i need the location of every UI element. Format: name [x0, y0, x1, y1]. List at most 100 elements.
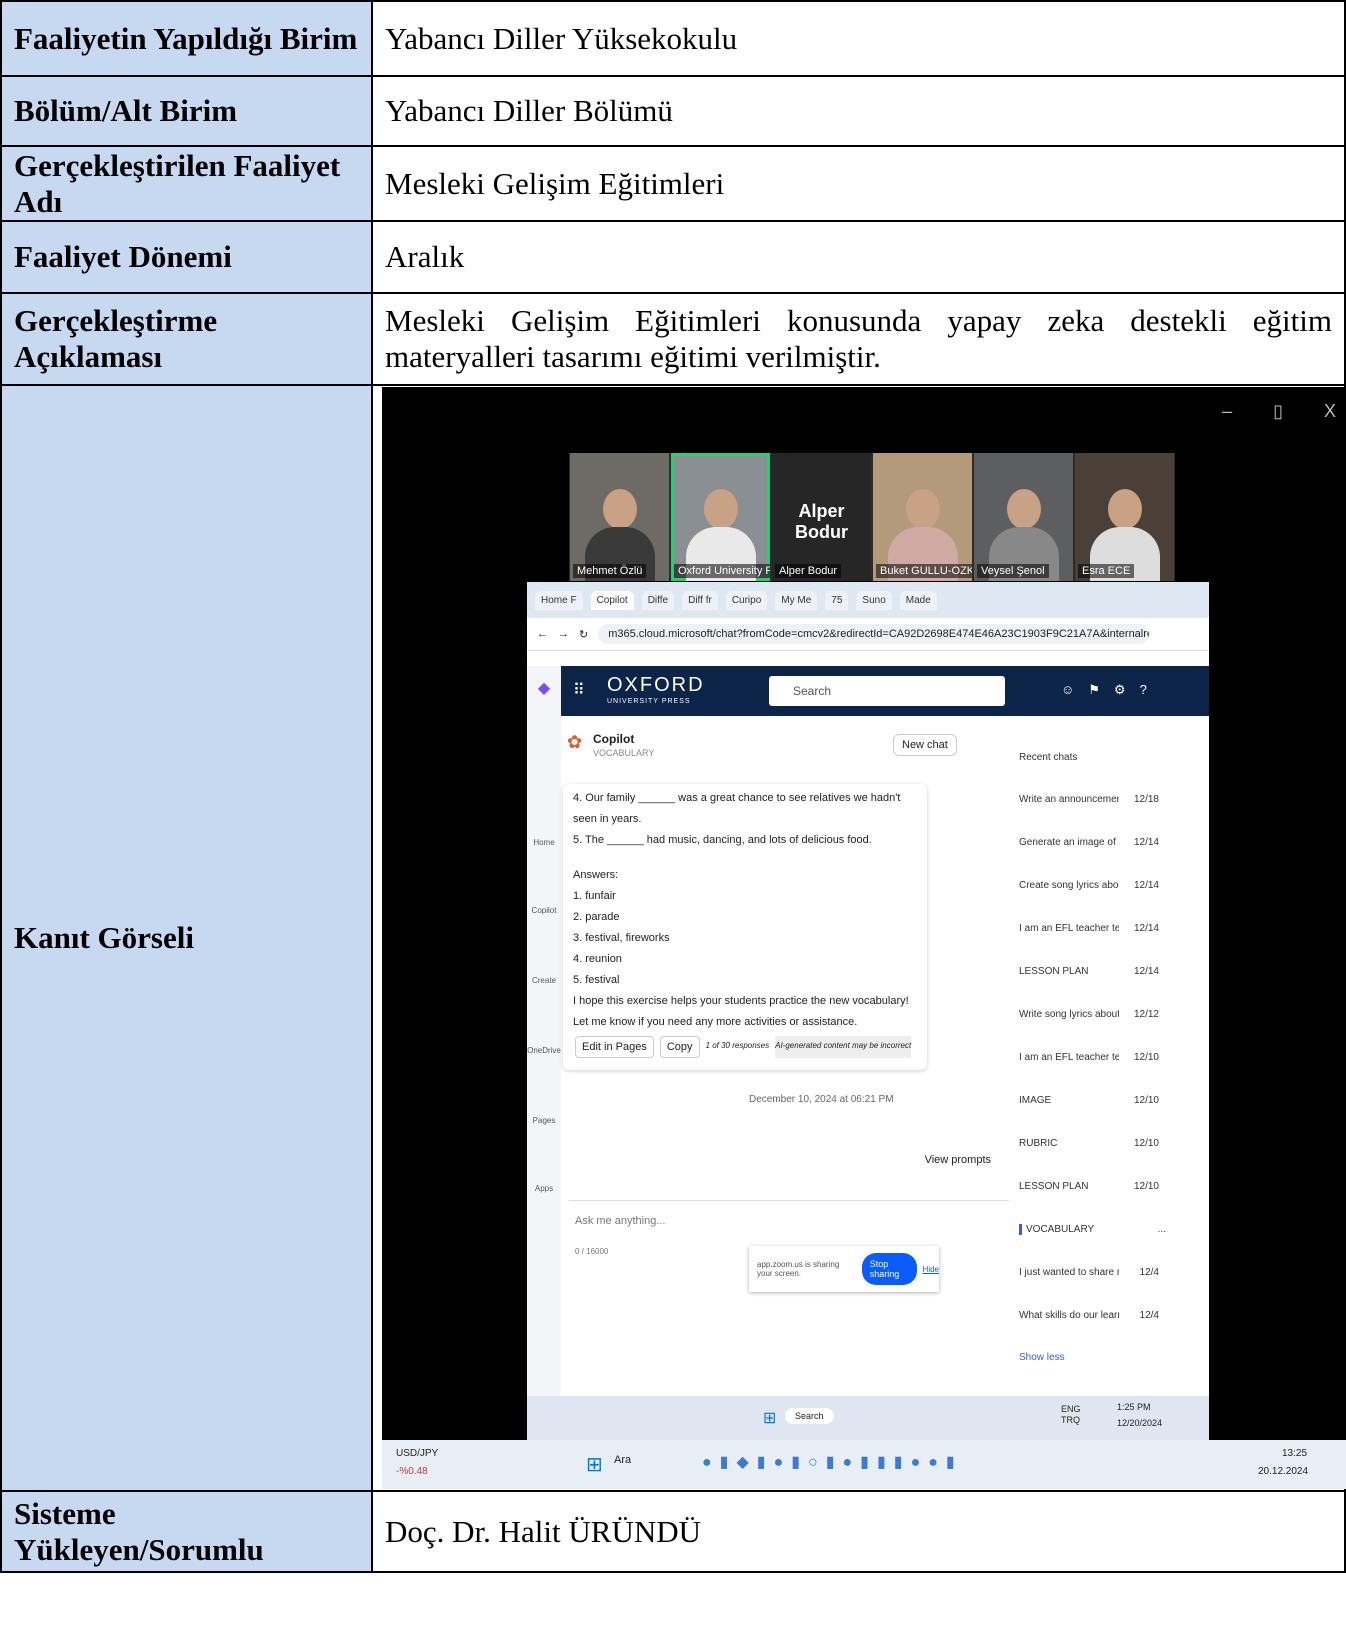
stop-sharing-button[interactable]: Stop sharing: [861, 1253, 917, 1285]
participant-tile[interactable]: Alper Bodur Alper Bodur: [772, 453, 871, 581]
response-line: I hope this exercise helps your students…: [573, 995, 909, 1028]
response-actions: Edit in Pages Copy 1 of 30 responses AI-…: [575, 1036, 912, 1058]
recent-chat-item[interactable]: I just wanted to share my sc... 12/4: [1019, 1267, 1159, 1278]
stock-ticker[interactable]: USD/JPY: [396, 1448, 438, 1459]
participant-tile[interactable]: Buket GULLU-OZKAYA: [873, 453, 972, 581]
browser-tab[interactable]: My Me: [775, 590, 818, 610]
recent-chat-date: 12/10: [1133, 1095, 1159, 1106]
browser-tab[interactable]: 75: [825, 590, 849, 610]
recent-chat-item[interactable]: IMAGE 12/10: [1019, 1095, 1159, 1106]
response-line: Answers:: [573, 869, 619, 881]
recent-chat-item[interactable]: LESSON PLAN 12/14: [1019, 966, 1159, 977]
hide-link[interactable]: Hide: [923, 1265, 939, 1274]
row-unit: Faaliyetin Yapıldığı Birim Yabancı Dille…: [0, 0, 1346, 77]
edit-in-pages-button[interactable]: Edit in Pages: [575, 1036, 654, 1058]
search-input[interactable]: Search: [769, 676, 1005, 706]
url-field[interactable]: m365.cloud.microsoft/chat?fromCode=cmcv2…: [598, 624, 1149, 644]
browser-tab[interactable]: Home F: [535, 590, 583, 610]
forward-icon[interactable]: →: [558, 628, 569, 640]
show-less-link[interactable]: Show less: [1019, 1352, 1065, 1363]
label-responsible: Sisteme Yükleyen/Sorumlu: [0, 1490, 373, 1573]
value-department: Yabancı Diller Bölümü: [371, 75, 1346, 147]
recent-chat-item-active[interactable]: VOCABULARY...: [1019, 1224, 1166, 1235]
recent-chats-header: Recent chats: [1019, 752, 1078, 763]
windows-start-icon[interactable]: ⊞: [586, 1452, 603, 1477]
evidence-cell: – ▯ X Mehmet Özlü Oxford University Pres…: [371, 384, 1346, 1492]
windows-start-icon[interactable]: ⊞: [763, 1408, 776, 1428]
reload-icon[interactable]: ↻: [579, 628, 588, 641]
copilot-icon: ✿: [567, 732, 583, 752]
taskbar-search[interactable]: Search: [785, 1408, 834, 1424]
participant-tile[interactable]: Oxford University Press: [671, 453, 770, 581]
oxford-header: ⠿ OXFORD UNIVERSITY PRESS Search ☺⚑⚙?: [561, 666, 1209, 716]
recent-chat-item[interactable]: I am an EFL teacher teachi... 12/14: [1019, 923, 1159, 934]
tab-bar: Home F Copilot Diffe Diff fr Curipo My M…: [527, 582, 1209, 618]
taskbar-app-icons[interactable]: ●▮◆▮●▮○▮●▮▮▮●●▮: [702, 1452, 963, 1472]
browser-tab[interactable]: Made: [899, 590, 937, 610]
participant-name: Mehmet Özlü: [573, 564, 647, 578]
recent-chat-date: 12/10: [1133, 1052, 1159, 1063]
header-icons[interactable]: ☺⚑⚙?: [1061, 682, 1161, 698]
recent-chat-item[interactable]: I am an EFL teacher teachi... 12/10: [1019, 1052, 1159, 1063]
response-line: 2. parade: [573, 911, 620, 923]
recent-chat-item[interactable]: What skills do our learners ne... 12/4: [1019, 1310, 1159, 1321]
browser-tab[interactable]: Curipo: [725, 590, 768, 610]
recent-chat-item[interactable]: Write song lyrics about an ... 12/12: [1019, 1009, 1159, 1020]
browser-tab[interactable]: Diffe: [641, 590, 675, 610]
taskbar-search[interactable]: Ara: [614, 1454, 631, 1466]
response-line: 4. reunion: [573, 953, 622, 965]
recent-chat-title: I am an EFL teacher teachi...: [1019, 923, 1119, 934]
language-indicator[interactable]: ENG TRQ: [1061, 1404, 1101, 1426]
browser-tab[interactable]: Suno: [856, 590, 892, 610]
value-period: Aralık: [371, 220, 1346, 294]
participant-tile[interactable]: Esra ECE: [1075, 453, 1174, 581]
recent-chat-item[interactable]: Create song lyrics about cl... 12/14: [1019, 880, 1159, 891]
m365-logo-icon: ◆: [537, 680, 551, 697]
rail-copilot[interactable]: Copilot: [527, 906, 561, 915]
participant-tile[interactable]: Mehmet Özlü: [570, 453, 669, 581]
app-rail: ◆ Home Copilot Create OneDrive Pages App…: [527, 666, 561, 1440]
participant-name: Alper Bodur: [775, 564, 842, 578]
ask-placeholder[interactable]: Ask me anything...: [569, 1201, 1009, 1227]
rail-apps[interactable]: Apps: [527, 1184, 561, 1193]
recent-chat-title: Write an announcement e...: [1019, 794, 1119, 805]
rail-pages[interactable]: Pages: [527, 1116, 561, 1125]
message-timestamp: December 10, 2024 at 06:21 PM: [749, 1094, 894, 1105]
participant-tile[interactable]: Veysel Şenol: [974, 453, 1073, 581]
response-card: 4. Our family ______ was a great chance …: [563, 784, 927, 1070]
rail-onedrive[interactable]: OneDrive: [527, 1046, 561, 1055]
response-line: 3. festival, fireworks: [573, 932, 670, 944]
clock-time: 1:25 PM: [1117, 1402, 1151, 1412]
recent-chat-item[interactable]: RUBRIC 12/10: [1019, 1138, 1159, 1149]
row-period: Faaliyet Dönemi Aralık: [0, 220, 1346, 294]
recent-chat-date: 12/4: [1139, 1310, 1159, 1321]
response-line: 5. The ______ had music, dancing, and lo…: [573, 834, 872, 846]
window-controls[interactable]: – ▯ X: [1222, 401, 1346, 422]
participant-name: Buket GULLU-OZKAYA: [876, 564, 972, 578]
browser-tab[interactable]: Diff fr: [682, 590, 718, 610]
new-chat-button[interactable]: New chat: [893, 734, 957, 756]
recent-chat-date: 12/18: [1133, 794, 1159, 805]
copilot-subtitle: VOCABULARY: [593, 748, 655, 758]
recent-chat-date: 12/14: [1133, 923, 1159, 934]
value-unit: Yabancı Diller Yüksekokulu: [371, 0, 1346, 77]
recent-chat-title: I just wanted to share my sc...: [1019, 1267, 1119, 1278]
app-launcher-icon[interactable]: ⠿: [573, 680, 585, 700]
view-prompts-button[interactable]: View prompts: [925, 1154, 991, 1166]
recent-chat-item[interactable]: Write an announcement e... 12/18: [1019, 794, 1159, 805]
response-line: 5. festival: [573, 974, 620, 986]
recent-chat-item[interactable]: Generate an image of a 60 ... 12/14: [1019, 837, 1159, 848]
label-unit: Faaliyetin Yapıldığı Birim: [0, 0, 373, 77]
browser-tab[interactable]: Copilot: [590, 590, 634, 610]
recent-chat-item[interactable]: LESSON PLAN 12/10: [1019, 1181, 1159, 1192]
copy-button[interactable]: Copy: [659, 1036, 700, 1058]
recent-chat-date: 12/10: [1133, 1181, 1159, 1192]
outer-taskbar: USD/JPY -%0.48 ⊞ Ara ●▮◆▮●▮○▮●▮▮▮●●▮ 13:…: [382, 1440, 1346, 1489]
rail-home[interactable]: Home: [527, 838, 561, 847]
clock-time: 13:25: [1282, 1448, 1308, 1459]
back-icon[interactable]: ←: [537, 628, 548, 640]
value-activity-name: Mesleki Gelişim Eğitimleri: [371, 145, 1346, 222]
label-evidence: Kanıt Görseli: [0, 384, 373, 1492]
evidence-screenshot: – ▯ X Mehmet Özlü Oxford University Pres…: [382, 387, 1346, 1489]
rail-create[interactable]: Create: [527, 976, 561, 985]
